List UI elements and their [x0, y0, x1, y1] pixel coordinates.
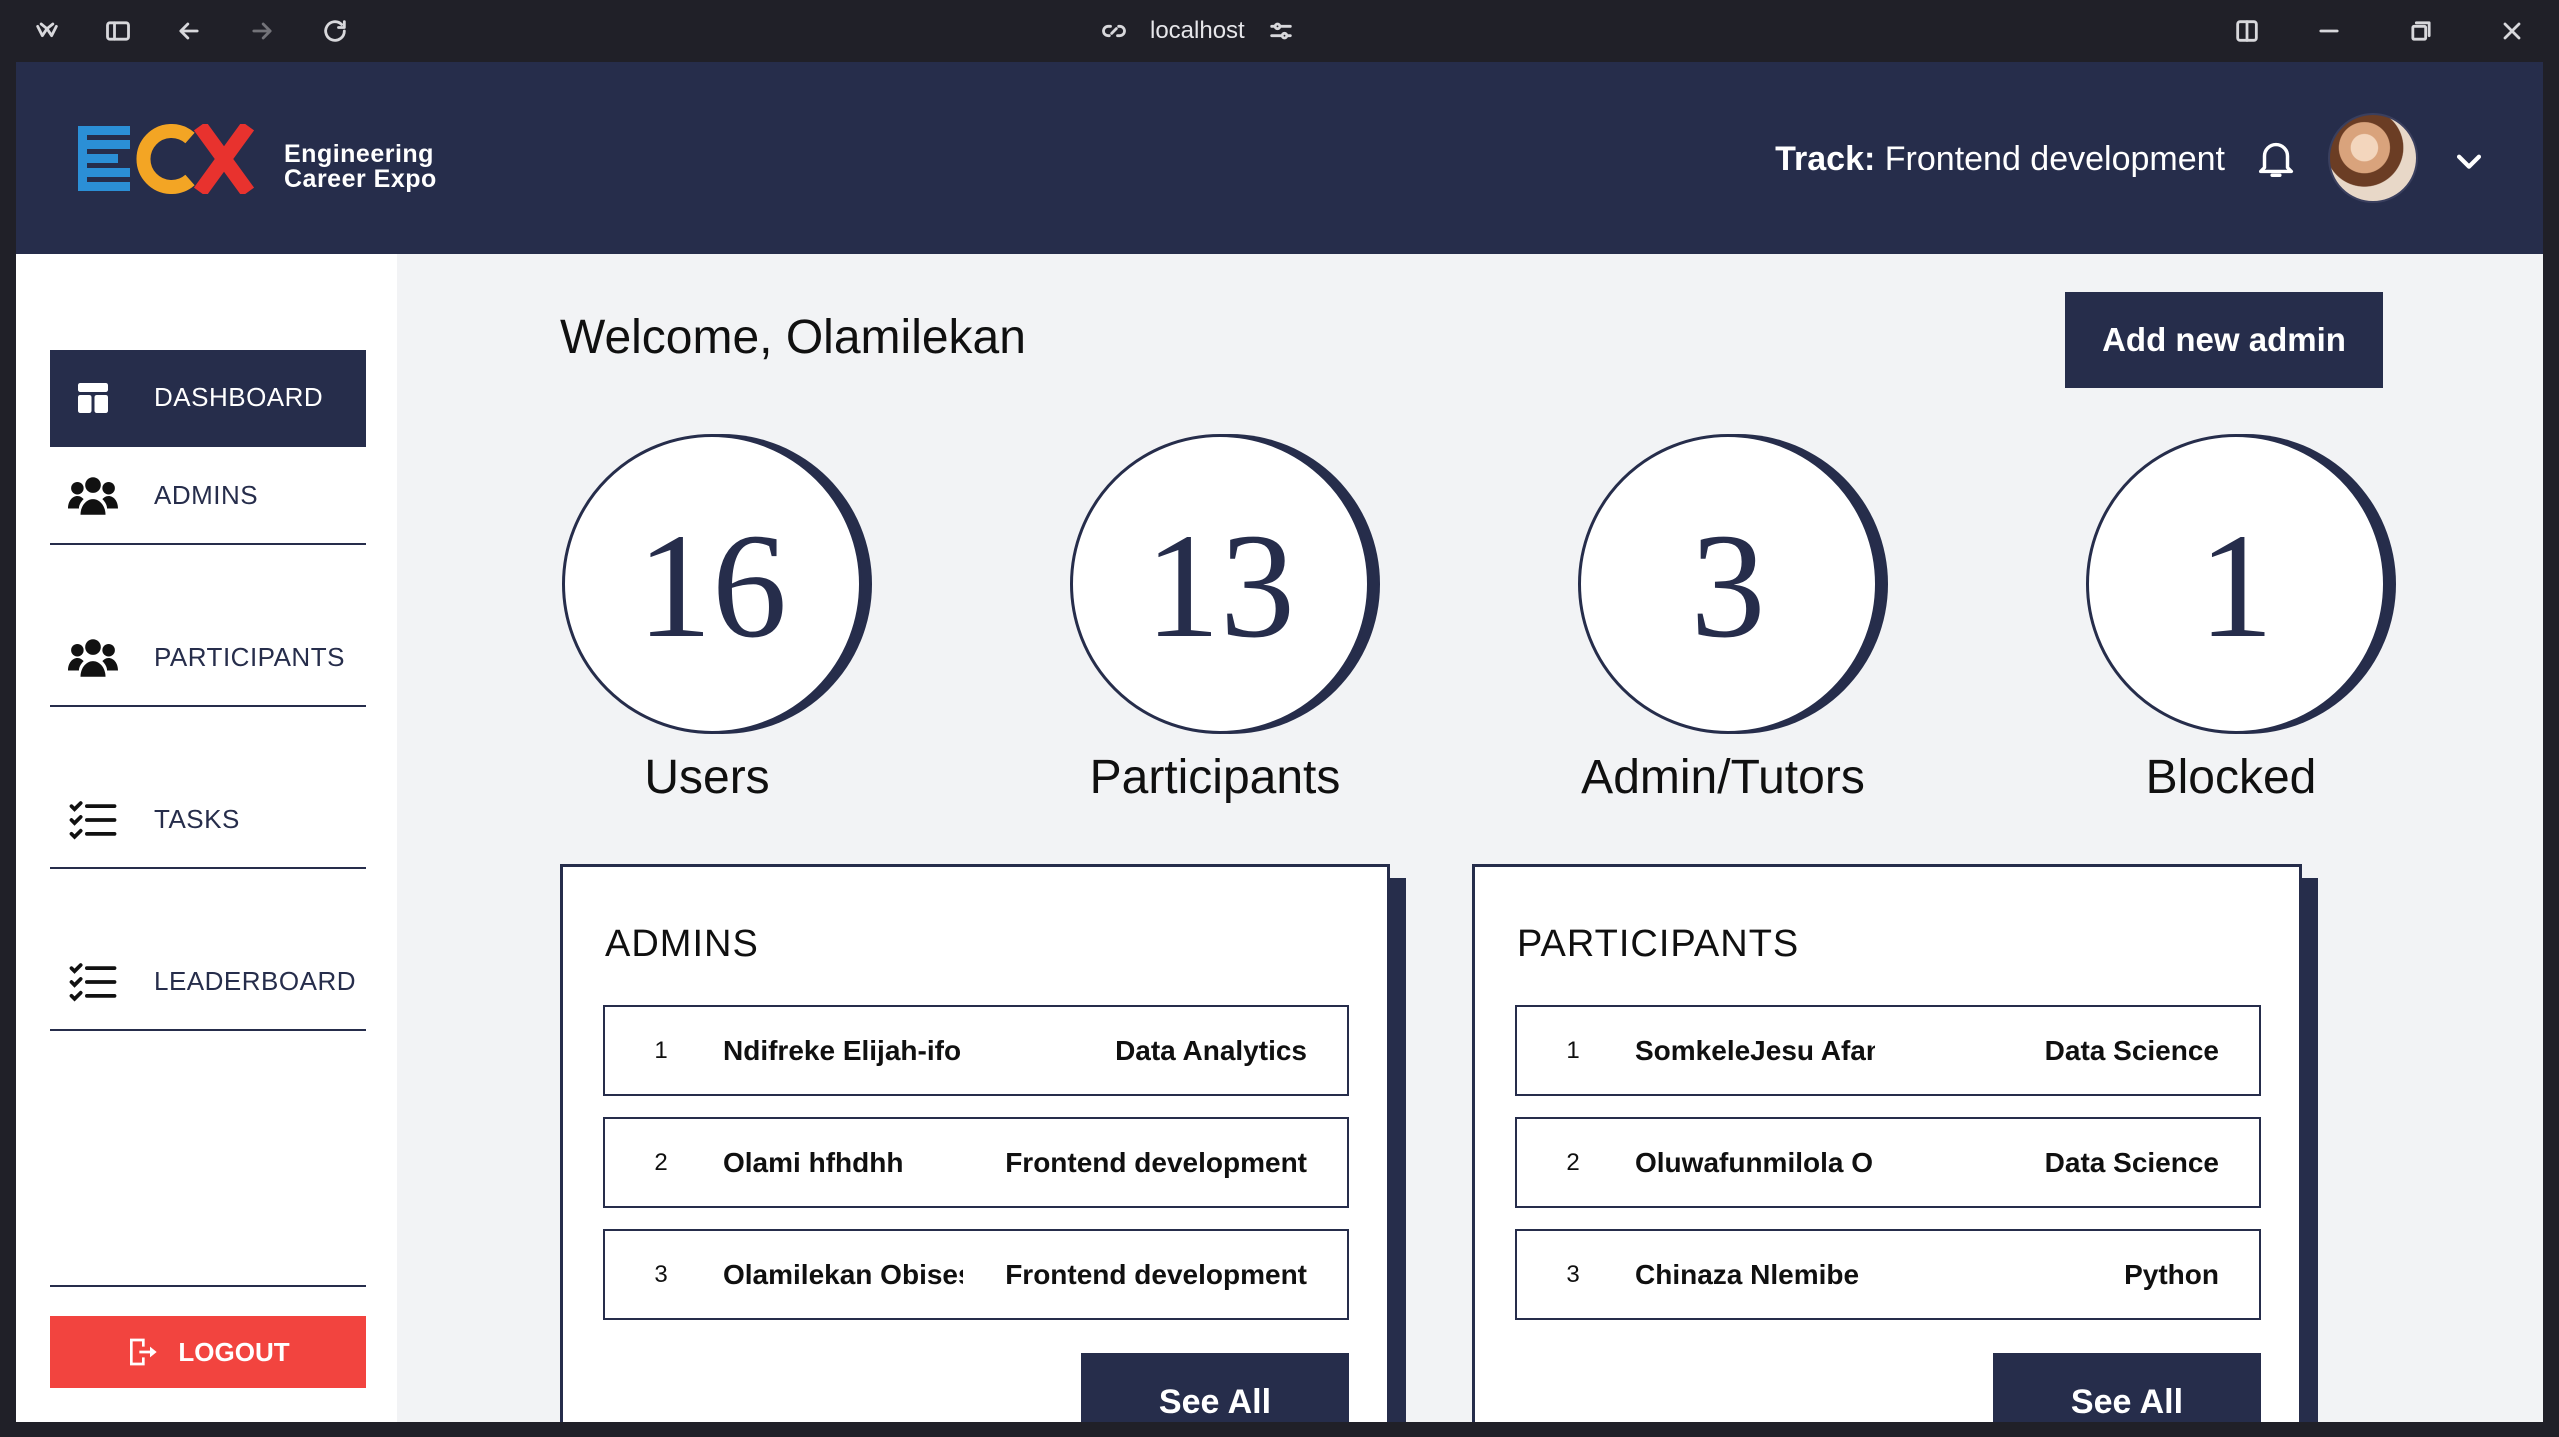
sidebar-item-leaderboard[interactable]: LEADERBOARD	[50, 934, 366, 1031]
address-text: localhost	[1150, 17, 1245, 44]
browser-toolbar: localhost	[0, 0, 2559, 62]
stat-value: 3	[1578, 434, 1878, 734]
stat-participants: 13 Participants	[1060, 434, 1390, 805]
participants-card: PARTICIPANTS 1 SomkeleJesu Afan Data Sci…	[1472, 864, 2318, 1422]
row-track: Data Science	[2044, 1146, 2219, 1178]
table-row[interactable]: 1 Ndifreke Elijah-ifo Data Analytics	[603, 1005, 1349, 1096]
table-row[interactable]: 2 Olami hfhdhh Frontend development	[603, 1117, 1349, 1208]
minimize-icon[interactable]	[2312, 14, 2346, 48]
restore-icon[interactable]	[2404, 14, 2438, 48]
brand-line-2: Career Expo	[284, 165, 437, 193]
sidebar-item-label: PARTICIPANTS	[154, 642, 345, 672]
add-new-admin-button[interactable]: Add new admin	[2065, 292, 2383, 388]
row-name: Oluwafunmilola O	[1635, 1146, 1874, 1178]
row-track: Frontend development	[1005, 1258, 1307, 1290]
stat-blocked: 1 Blocked	[2076, 434, 2406, 805]
sidebar-item-label: ADMINS	[154, 480, 259, 510]
stat-label: Participants	[1089, 751, 1341, 804]
user-avatar[interactable]	[2328, 113, 2418, 203]
logout-button[interactable]: LOGOUT	[50, 1316, 366, 1388]
chevron-down-icon[interactable]	[2452, 144, 2486, 178]
address-bar[interactable]: localhost	[1100, 12, 1295, 50]
track-value: Frontend development	[1884, 140, 2225, 178]
see-all-participants-button[interactable]: See All	[1993, 1353, 2261, 1422]
card-title: ADMINS	[605, 923, 759, 965]
stat-value: 1	[2086, 434, 2386, 734]
brand-text: Engineering Career Expo	[284, 142, 437, 192]
stat-value: 13	[1070, 434, 1370, 734]
stat-label: Admin/Tutors	[1581, 751, 1865, 804]
row-number: 3	[1566, 1260, 1580, 1288]
stat-users: 16 Users	[552, 434, 882, 805]
page-title: Welcome, Olamilekan	[560, 311, 1026, 364]
row-name: Olamilekan Obises	[723, 1258, 963, 1290]
admins-card: ADMINS 1 Ndifreke Elijah-ifo Data Analyt…	[560, 864, 1406, 1422]
row-name: Ndifreke Elijah-ifo	[723, 1034, 962, 1066]
app-window: Engineering Career Expo Track: Frontend …	[16, 62, 2543, 1422]
close-window-icon[interactable]	[2495, 14, 2529, 48]
brand-line-1: Engineering	[284, 140, 434, 168]
stat-admin-tutors: 3 Admin/Tutors	[1568, 434, 1898, 805]
row-number: 2	[654, 1148, 668, 1176]
row-number: 2	[1566, 1148, 1580, 1176]
split-view-icon[interactable]	[2230, 14, 2264, 48]
logout-icon	[130, 1338, 158, 1366]
stat-value: 16	[562, 434, 862, 734]
current-track: Track: Frontend development	[1775, 137, 2225, 181]
stat-label: Blocked	[2145, 751, 2317, 804]
row-track: Python	[2124, 1258, 2219, 1290]
sidebar-item-label: LEADERBOARD	[154, 966, 356, 996]
row-track: Frontend development	[1005, 1146, 1307, 1178]
users-group-icon	[66, 631, 120, 685]
track-label: Track:	[1775, 140, 1876, 178]
table-row[interactable]: 1 SomkeleJesu Afan Data Science	[1515, 1005, 2261, 1096]
row-number: 1	[1566, 1036, 1580, 1064]
logout-label: LOGOUT	[178, 1336, 290, 1367]
link-icon	[1102, 24, 1126, 38]
reload-icon[interactable]	[318, 14, 352, 48]
table-row[interactable]: 3 Chinaza Nlemibe Python	[1515, 1229, 2261, 1320]
row-track: Data Science	[2044, 1034, 2219, 1066]
sidebar-item-participants[interactable]: PARTICIPANTS	[50, 610, 366, 707]
header: Engineering Career Expo Track: Frontend …	[16, 62, 2543, 254]
sidebar-item-admins[interactable]: ADMINS	[50, 448, 366, 545]
notification-bell-icon[interactable]	[2253, 135, 2299, 181]
row-track: Data Analytics	[1115, 1034, 1307, 1066]
sidebar-item-tasks[interactable]: TASKS	[50, 772, 366, 869]
row-name: SomkeleJesu Afan	[1635, 1034, 1875, 1066]
checklist-icon	[66, 955, 120, 1009]
see-all-admins-button[interactable]: See All	[1081, 1353, 1349, 1422]
row-number: 3	[654, 1260, 668, 1288]
row-number: 1	[654, 1036, 668, 1064]
row-name: Chinaza Nlemibe	[1635, 1258, 1860, 1290]
sidebar-divider	[50, 1285, 366, 1287]
sidebar-toggle-icon[interactable]	[101, 14, 135, 48]
row-name: Olami hfhdhh	[723, 1146, 904, 1178]
forward-icon[interactable]	[245, 14, 279, 48]
sidebar-item-label: TASKS	[154, 804, 240, 834]
table-row[interactable]: 2 Oluwafunmilola O Data Science	[1515, 1117, 2261, 1208]
card-title: PARTICIPANTS	[1517, 923, 1800, 965]
users-group-icon	[66, 469, 120, 523]
site-settings-icon[interactable]	[1267, 17, 1295, 45]
table-row[interactable]: 3 Olamilekan Obises Frontend development	[603, 1229, 1349, 1320]
stat-label: Users	[644, 751, 770, 804]
sidebar: DASHBOARD ADMINS PARTICIPANTS TASKS LEAD…	[16, 254, 397, 1422]
sidebar-item-label: DASHBOARD	[154, 382, 324, 412]
dashboard-icon	[66, 371, 120, 425]
ecx-logo	[78, 124, 255, 194]
sidebar-item-dashboard[interactable]: DASHBOARD	[50, 350, 366, 447]
checklist-icon	[66, 793, 120, 847]
browser-logo-icon[interactable]	[30, 14, 64, 48]
back-icon[interactable]	[172, 14, 206, 48]
